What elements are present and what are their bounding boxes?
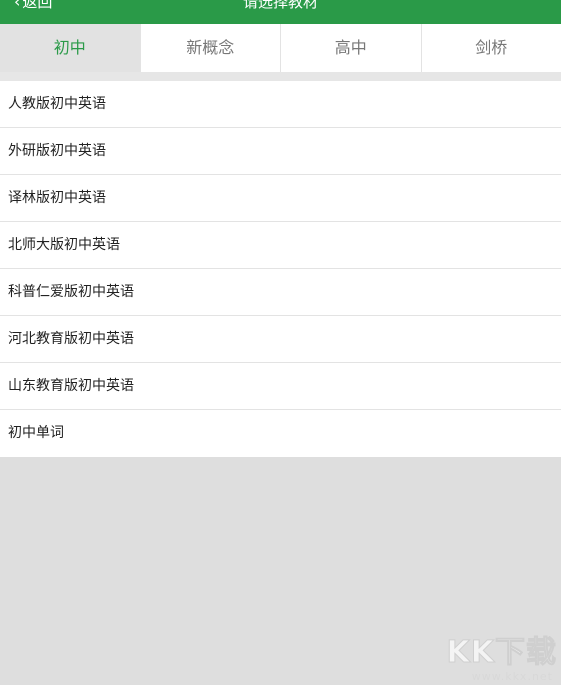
tab-new-concept[interactable]: 新概念 bbox=[141, 24, 281, 72]
list-item[interactable]: 译林版初中英语 bbox=[0, 175, 561, 222]
textbook-list: 人教版初中英语 外研版初中英语 译林版初中英语 北师大版初中英语 科普仁爱版初中… bbox=[0, 81, 561, 457]
watermark: KK下载 www.kkx.net bbox=[439, 627, 559, 684]
watermark-url: www.kkx.net bbox=[471, 670, 553, 683]
list-item[interactable]: 北师大版初中英语 bbox=[0, 222, 561, 269]
list-item[interactable]: 山东教育版初中英语 bbox=[0, 363, 561, 410]
tab-cambridge[interactable]: 剑桥 bbox=[422, 24, 561, 72]
list-item[interactable]: 外研版初中英语 bbox=[0, 128, 561, 175]
top-bar: ‹ 返回 请选择教材 bbox=[0, 0, 561, 24]
tab-senior-high[interactable]: 高中 bbox=[281, 24, 422, 72]
divider bbox=[0, 72, 561, 81]
page-title: 请选择教材 bbox=[242, 0, 318, 11]
tab-junior-high[interactable]: 初中 bbox=[0, 24, 141, 72]
list-item[interactable]: 初中单词 bbox=[0, 410, 561, 457]
category-tabs: 初中 新概念 高中 剑桥 bbox=[0, 24, 561, 72]
watermark-logo: KK下载 bbox=[446, 635, 557, 671]
list-item[interactable]: 人教版初中英语 bbox=[0, 81, 561, 128]
list-item[interactable]: 科普仁爱版初中英语 bbox=[0, 269, 561, 316]
list-item[interactable]: 河北教育版初中英语 bbox=[0, 316, 561, 363]
